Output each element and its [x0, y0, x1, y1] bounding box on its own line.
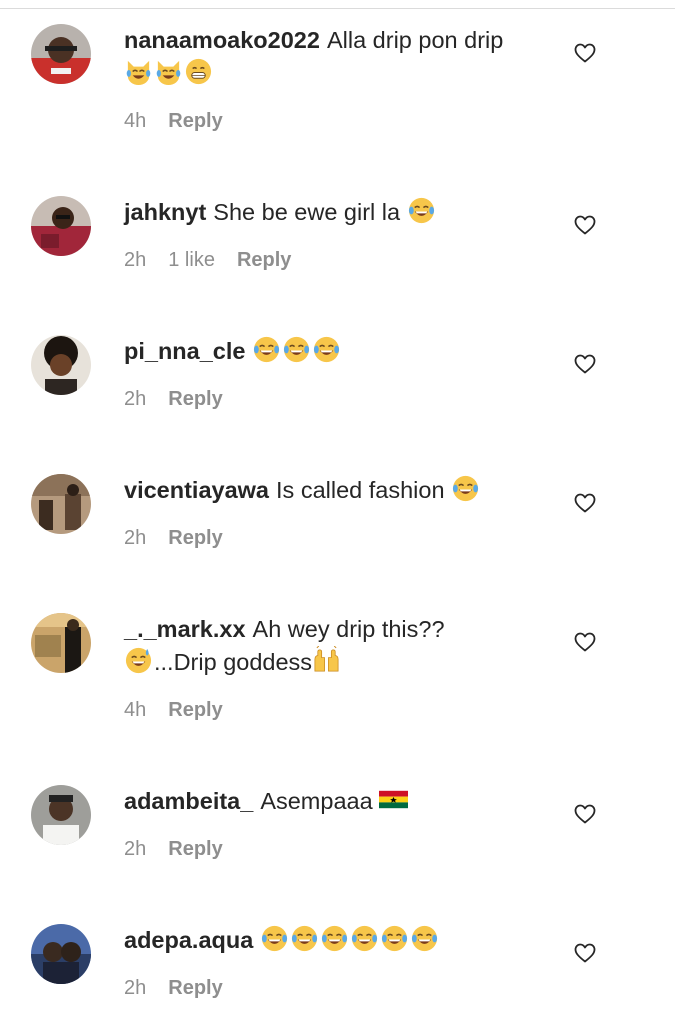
comment-username[interactable]: vicentiayawa — [124, 477, 269, 503]
reply-button[interactable]: Reply — [168, 527, 222, 549]
comment-username[interactable]: nanaamoako2022 — [124, 27, 320, 53]
comment-text: adepa.aqua — [124, 924, 554, 957]
heart-icon[interactable] — [573, 352, 597, 376]
comment-username[interactable]: _._mark.xx — [124, 616, 246, 642]
comment-text: jahknyt She be ewe girl la — [124, 196, 554, 229]
comment-meta: 2h Reply — [124, 386, 554, 412]
heart-icon[interactable] — [573, 630, 597, 654]
reply-button[interactable]: Reply — [168, 699, 222, 721]
heart-icon[interactable] — [573, 941, 597, 965]
comment-username[interactable]: pi_nna_cle — [124, 338, 245, 364]
heart-icon[interactable] — [573, 41, 597, 65]
comment-meta: 2h 1 like Reply — [124, 247, 554, 273]
comment-content: She be ewe girl la — [213, 199, 401, 225]
ghana-flag-icon — [379, 790, 409, 809]
top-divider — [0, 8, 675, 9]
heart-icon[interactable] — [573, 802, 597, 826]
comment-time: 2h — [124, 977, 147, 999]
tears-of-joy-icon — [314, 336, 340, 363]
comment-content: Is called fashion — [276, 477, 445, 503]
comment-content: Ah wey drip this?? — [252, 616, 445, 642]
heart-icon[interactable] — [573, 213, 597, 237]
avatar[interactable] — [31, 924, 91, 984]
comment-text: _._mark.xx Ah wey drip this?? ...Drip god… — [124, 613, 554, 679]
comment-time: 2h — [124, 838, 147, 860]
reply-button[interactable]: Reply — [237, 249, 291, 271]
comment-time: 2h — [124, 527, 147, 549]
comment-meta: 2h Reply — [124, 525, 554, 551]
sweat-smile-icon — [125, 647, 152, 674]
avatar[interactable] — [31, 474, 91, 534]
comment-username[interactable]: jahknyt — [124, 199, 206, 225]
reply-button[interactable]: Reply — [168, 838, 222, 860]
comment-time: 4h — [124, 699, 147, 721]
heart-icon[interactable] — [573, 491, 597, 515]
comment-time: 2h — [124, 388, 147, 410]
comment-content-cont: ...Drip goddess — [154, 649, 313, 675]
comment-content: Alla drip pon drip — [326, 27, 504, 53]
tears-of-joy-icon — [408, 197, 434, 224]
tears-of-joy-icon — [382, 925, 408, 952]
avatar[interactable] — [31, 196, 91, 256]
comment-text: adambeita_ Asempaaa — [124, 785, 554, 818]
tears-of-joy-icon — [453, 475, 479, 502]
reply-button[interactable]: Reply — [168, 977, 222, 999]
avatar[interactable] — [31, 24, 91, 84]
avatar[interactable] — [31, 335, 91, 395]
tears-of-joy-icon — [352, 925, 378, 952]
comment-text: vicentiayawa Is called fashion — [124, 474, 554, 507]
comment-meta: 2h Reply — [124, 975, 554, 1001]
tears-of-joy-icon — [262, 925, 288, 952]
raised-hands-icon — [314, 646, 339, 672]
tears-of-joy-icon — [292, 925, 318, 952]
comment-text: pi_nna_cle — [124, 335, 554, 368]
grin-icon — [185, 58, 212, 85]
comment-username[interactable]: adambeita_ — [124, 788, 253, 814]
tears-of-joy-icon — [322, 925, 348, 952]
comment-meta: 2h Reply — [124, 836, 554, 862]
comment-meta: 4h Reply — [124, 697, 554, 723]
avatar[interactable] — [31, 613, 91, 673]
avatar[interactable] — [31, 785, 91, 845]
comment-time: 4h — [124, 110, 147, 132]
cat-tears-icon — [126, 60, 151, 86]
cat-tears-icon — [156, 60, 181, 86]
tears-of-joy-icon — [284, 336, 310, 363]
comment-text: nanaamoako2022 Alla drip pon drip — [124, 24, 554, 90]
reply-button[interactable]: Reply — [168, 110, 222, 132]
comment-content: Asempaaa — [260, 788, 373, 814]
reply-button[interactable]: Reply — [168, 388, 222, 410]
comment-username[interactable]: adepa.aqua — [124, 927, 253, 953]
comment-likes[interactable]: 1 like — [168, 249, 215, 271]
tears-of-joy-icon — [412, 925, 438, 952]
comment-time: 2h — [124, 249, 147, 271]
tears-of-joy-icon — [254, 336, 280, 363]
comment-meta: 4h Reply — [124, 108, 554, 134]
